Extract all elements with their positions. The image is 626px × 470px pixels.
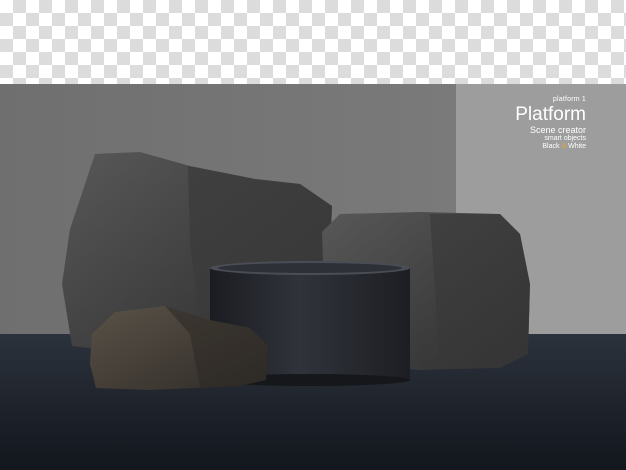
ampersand: & (561, 143, 567, 150)
white-text: White (568, 143, 586, 150)
black-white-line: Black & White (515, 143, 586, 151)
caption-block: platform 1 Platform Scene creator smart … (515, 96, 586, 151)
right-rock-shadow (430, 214, 530, 368)
platform-number-label: platform 1 (552, 96, 586, 103)
platform-title: Platform (515, 104, 586, 125)
transparency-checkerboard (0, 0, 626, 84)
podium-top-inner (218, 263, 402, 273)
scene-creator-subtitle: Scene creator (529, 125, 586, 135)
black-text: Black (542, 143, 560, 150)
smart-objects-line: smart objects (544, 135, 586, 142)
